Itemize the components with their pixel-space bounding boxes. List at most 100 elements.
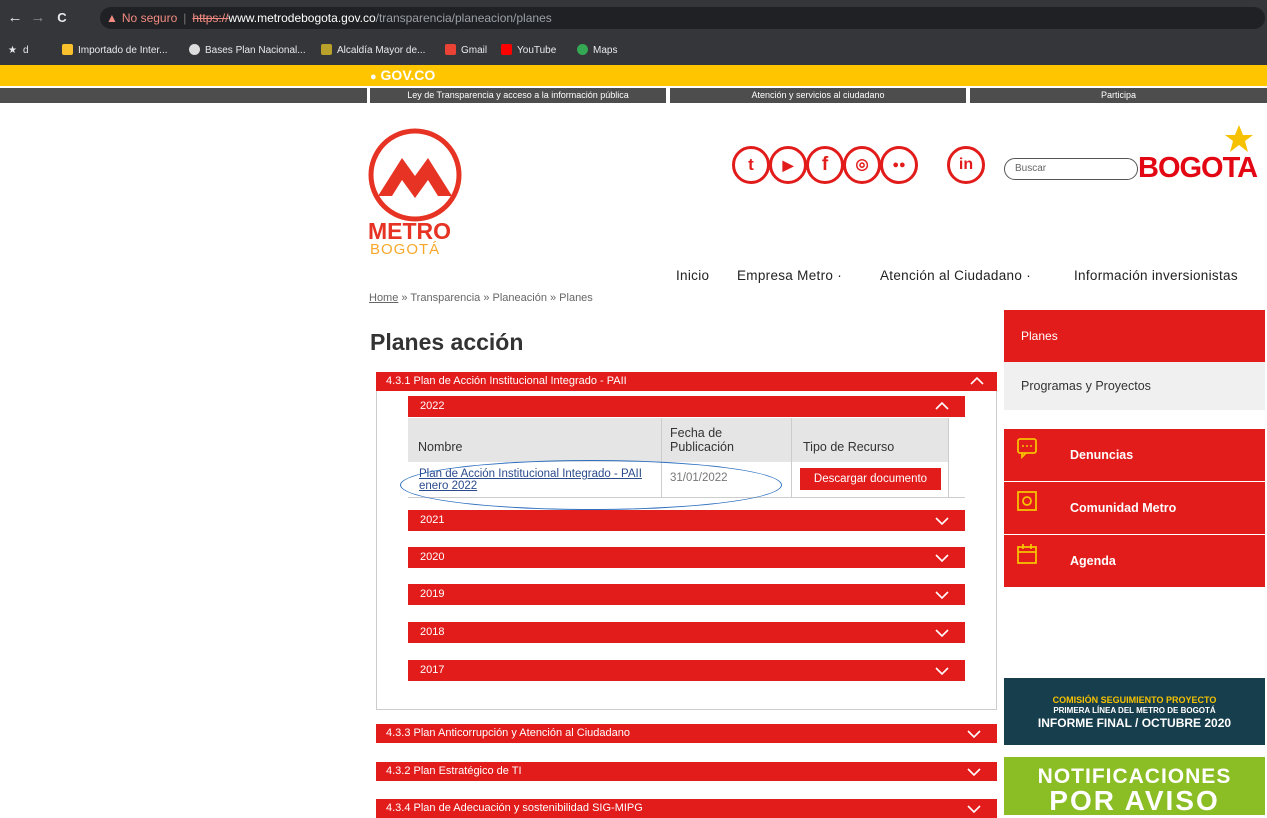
breadcrumb-home[interactable]: Home [369, 292, 398, 304]
chat-icon [1017, 438, 1037, 459]
page-title: Planes acción [370, 329, 524, 355]
bogota-logo: BOGOTA [1138, 152, 1258, 184]
security-label: No seguro [121, 11, 178, 25]
url-path: /transparencia/planeacion/planes [375, 11, 552, 25]
community-icon [1017, 491, 1037, 511]
year-label: 2019 [420, 588, 445, 600]
chevron-down-icon [967, 768, 981, 776]
accordion-title: 4.3.2 Plan Estratégico de TI [386, 765, 522, 777]
gmail-icon [445, 44, 456, 55]
notificaciones-banner[interactable]: NOTIFICACIONES POR AVISO [1004, 757, 1265, 816]
bookmark-gmail[interactable]: Gmail [445, 44, 487, 58]
breadcrumb: Home » Transparencia » Planeación » Plan… [369, 292, 593, 304]
sidebar-item-agenda[interactable]: Agenda [1004, 535, 1265, 587]
year-2020-header[interactable]: 2020 [408, 547, 965, 568]
linkedin-icon[interactable]: in [947, 146, 985, 184]
year-label: 2018 [420, 626, 445, 638]
star-icon: ★ [8, 45, 17, 56]
search-input[interactable]: Buscar [1004, 158, 1138, 180]
bookmark-label: Importado de Inter... [78, 45, 168, 56]
brand-line2: BOGOTÁ [370, 241, 441, 258]
sidebar-item-programas[interactable]: Programas y Proyectos [1004, 362, 1265, 410]
link-atencion[interactable]: Atención y servicios al ciudadano [670, 88, 966, 103]
bookmark-alcaldia[interactable]: Alcaldía Mayor de... [321, 44, 425, 58]
accordion-paii-header[interactable]: 4.3.1 Plan de Acción Institucional Integ… [376, 372, 997, 391]
accordion-title: 4.3.4 Plan de Adecuación y sostenibilida… [386, 802, 643, 814]
top-links-filler [0, 88, 367, 103]
bookmarks-bar: ★ d Importado de Inter... Bases Plan Naci… [0, 39, 1267, 63]
year-2017-header[interactable]: 2017 [408, 660, 965, 681]
chevron-down-icon [935, 517, 949, 525]
accordion-estrategico-ti-header[interactable]: 4.3.2 Plan Estratégico de TI [376, 762, 997, 781]
maps-icon [577, 44, 588, 55]
bookmark-importado[interactable]: Importado de Inter... [62, 44, 168, 58]
youtube-icon[interactable]: ▶ [769, 146, 807, 184]
bookmark-label: Alcaldía Mayor de... [337, 45, 426, 56]
shield-icon [321, 44, 332, 55]
year-2019-header[interactable]: 2019 [408, 584, 965, 605]
col-header-fecha-2: Publicación [670, 440, 734, 454]
breadcrumb-trail: » Transparencia » Planeación » Planes [398, 292, 593, 304]
back-icon[interactable]: ← [6, 8, 24, 28]
browser-chrome: ← → C ▲ No seguro | https://www.metrodebogo… [0, 0, 1267, 65]
notif-line2: POR AVISO [1049, 785, 1220, 816]
year-2022-header[interactable]: 2022 [408, 396, 965, 417]
link-participa[interactable]: Participa [970, 88, 1267, 103]
bookmark-d[interactable]: ★ d [8, 44, 29, 58]
address-bar[interactable]: ▲ No seguro | https://www.metrodebogota.gov… [100, 7, 1265, 29]
chevron-up-icon [935, 402, 949, 410]
reload-icon[interactable]: C [53, 8, 71, 28]
url-host: www.metrodebogota.gov.co [228, 11, 376, 25]
sidebar-item-label: Agenda [1070, 554, 1116, 568]
commission-title: COMISIÓN SEGUIMIENTO PROYECTO [1052, 695, 1217, 705]
bookmark-label: Bases Plan Nacional... [205, 45, 306, 56]
globe-icon [189, 44, 200, 55]
gov-shield-icon: ● [370, 71, 377, 83]
flickr-icon[interactable]: ●● [880, 146, 918, 184]
bookmark-maps[interactable]: Maps [577, 44, 617, 58]
link-transparencia[interactable]: Ley de Transparencia y acceso a la infor… [370, 88, 666, 103]
commission-subtitle: PRIMERA LÍNEA DEL METRO DE BOGOTÁ [1053, 706, 1216, 715]
url-scheme: https:// [192, 11, 229, 25]
chevron-down-icon [967, 730, 981, 738]
nav-atencion-ciudadano[interactable]: Atención al Ciudadano · [880, 268, 1031, 283]
gov-logo-text: GOV.CO [380, 67, 436, 83]
year-2021-header[interactable]: 2021 [408, 510, 965, 531]
instagram-icon[interactable]: ◎ [843, 146, 881, 184]
sidebar-item-label: Comunidad Metro [1070, 501, 1177, 515]
bookmark-label: d [22, 45, 29, 56]
twitter-icon[interactable]: t [732, 146, 770, 184]
folder-icon [62, 44, 73, 55]
col-header-tipo: Tipo de Recurso [803, 440, 895, 454]
year-2018-header[interactable]: 2018 [408, 622, 965, 643]
sidebar-item-planes[interactable]: Planes [1004, 310, 1265, 362]
bookmark-bases-plan[interactable]: Bases Plan Nacional... [189, 44, 306, 58]
bookmark-label: YouTube [517, 45, 557, 56]
gov-bar: ● GOV.CO [0, 65, 1267, 86]
nav-informacion-inversionistas[interactable]: Información inversionistas [1074, 268, 1238, 283]
accordion-anticorrupcion-header[interactable]: 4.3.3 Plan Anticorrupción y Atención al … [376, 724, 997, 743]
year-label: 2021 [420, 514, 445, 526]
nav-empresa-metro[interactable]: Empresa Metro · [737, 268, 842, 283]
accordion-sig-mipg-header[interactable]: 4.3.4 Plan de Adecuación y sostenibilida… [376, 799, 997, 818]
sidebar-item-label: Denuncias [1070, 448, 1134, 462]
commission-banner[interactable]: COMISIÓN SEGUIMIENTO PROYECTO PRIMERA LÍ… [1004, 678, 1265, 745]
forward-icon[interactable]: → [29, 8, 47, 28]
gov-logo[interactable]: ● GOV.CO [370, 67, 435, 83]
year-label: 2022 [420, 400, 445, 412]
chevron-down-icon [935, 554, 949, 562]
sidebar-item-denuncias[interactable]: Denuncias [1004, 429, 1265, 481]
sidebar-item-comunidad[interactable]: Comunidad Metro [1004, 482, 1265, 534]
chevron-up-icon [970, 377, 984, 385]
bookmark-youtube[interactable]: YouTube [501, 44, 556, 58]
highlight-ellipse [400, 460, 782, 510]
warning-icon: ▲ [106, 11, 118, 25]
nav-inicio[interactable]: Inicio [676, 268, 709, 283]
facebook-icon[interactable]: f [806, 146, 844, 184]
col-header-fecha-1: Fecha de [670, 426, 723, 440]
commission-report: INFORME FINAL / OCTUBRE 2020 [1037, 716, 1232, 730]
chevron-down-icon [935, 591, 949, 599]
metro-logo-icon[interactable] [368, 128, 462, 222]
download-document-button[interactable]: Descargar documento [800, 468, 941, 490]
bookmark-label: Maps [593, 45, 618, 56]
